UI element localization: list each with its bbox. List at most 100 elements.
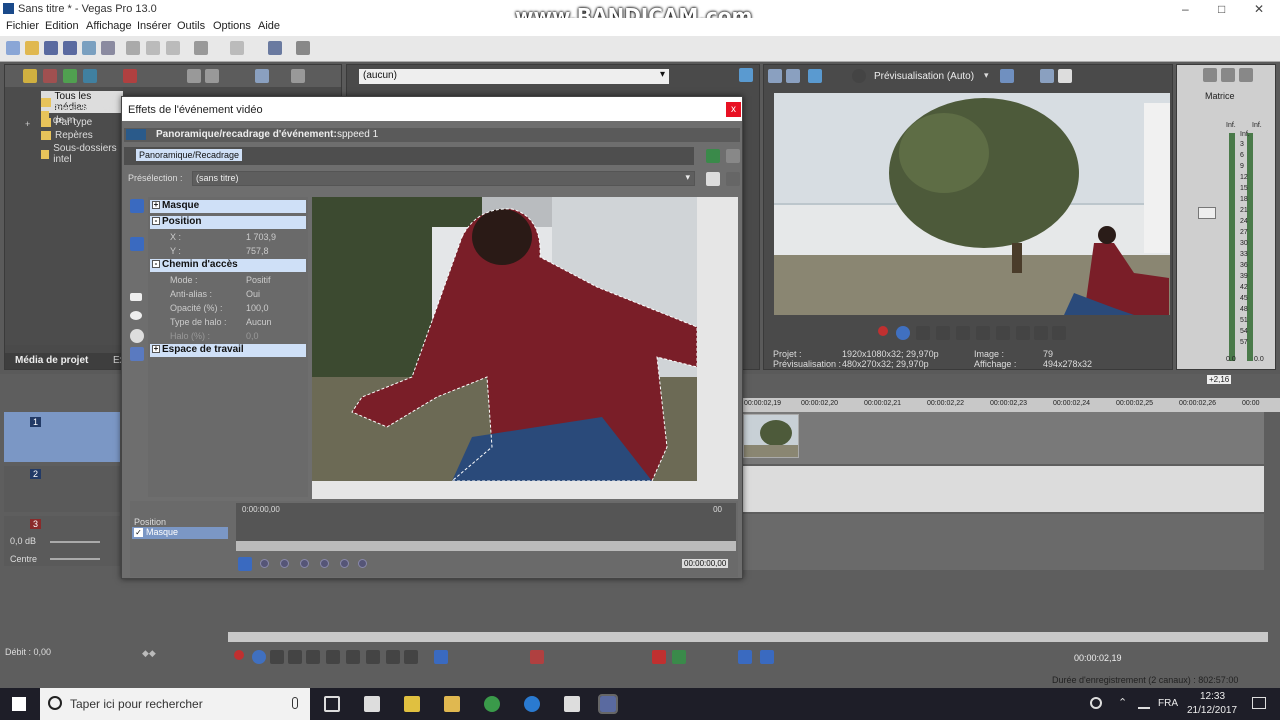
section-espace[interactable]: + Espace de travail	[150, 344, 306, 357]
stop-icon[interactable]	[326, 650, 340, 664]
network-icon[interactable]	[1138, 697, 1150, 709]
media-app-icon[interactable]	[404, 696, 420, 712]
fx-preview-icon[interactable]	[808, 69, 822, 83]
checkbox[interactable]: ✓	[134, 528, 143, 537]
stop-media-icon[interactable]	[205, 69, 219, 83]
edge-icon[interactable]	[524, 696, 540, 712]
last-keyframe-icon[interactable]	[320, 559, 329, 568]
cut-icon[interactable]	[126, 41, 140, 55]
expand-icon[interactable]: +	[25, 119, 30, 129]
fx-preset-dropdown[interactable]: (aucun) ▾	[359, 69, 669, 84]
copy-snapshot-icon[interactable]	[1040, 69, 1054, 83]
save-snapshot-icon[interactable]	[1058, 69, 1072, 83]
people-icon[interactable]	[1090, 697, 1102, 709]
next-frame-icon[interactable]	[1052, 326, 1066, 340]
mixer-props-icon[interactable]	[1203, 68, 1217, 82]
delete-preset-icon[interactable]	[726, 172, 740, 186]
redo-icon[interactable]	[230, 41, 244, 55]
track-header-2[interactable]	[4, 466, 120, 512]
explorer-icon[interactable]	[444, 696, 460, 712]
save-preset-icon[interactable]	[706, 172, 720, 186]
split-icon[interactable]	[852, 69, 866, 83]
undo-icon[interactable]	[194, 41, 208, 55]
tray-chevron-icon[interactable]: ⌃	[1118, 696, 1127, 709]
delete-keyframe-icon[interactable]	[358, 559, 367, 568]
kf-scrollbar[interactable]	[236, 541, 736, 551]
kf-track-position[interactable]: Position	[134, 517, 166, 527]
tab-project-media[interactable]: Média de projet	[15, 355, 88, 366]
stop-icon[interactable]	[976, 326, 990, 340]
next-frame-icon[interactable]	[404, 650, 418, 664]
clock-time[interactable]: 12:33	[1200, 691, 1225, 702]
new-icon[interactable]	[6, 41, 20, 55]
refresh-icon[interactable]	[83, 69, 97, 83]
next-marker-icon[interactable]	[1016, 326, 1030, 340]
preview-props-icon[interactable]	[768, 69, 782, 83]
open-icon[interactable]	[25, 41, 39, 55]
loop-icon[interactable]	[896, 326, 910, 340]
task-view-icon[interactable]	[324, 696, 340, 712]
search-media-icon[interactable]	[291, 69, 305, 83]
menu-affichage[interactable]: Affichage	[86, 20, 132, 32]
preset-dropdown[interactable]: (sans titre) ▾	[192, 171, 695, 186]
prop-mode[interactable]: Mode : Positif	[170, 275, 326, 288]
kf-timeline[interactable]: 0:00:00,00 00	[236, 503, 736, 541]
pen-icon[interactable]	[130, 237, 144, 251]
menu-edition[interactable]: Edition	[45, 20, 79, 32]
render-icon[interactable]	[82, 41, 96, 55]
first-keyframe-icon[interactable]	[260, 559, 269, 568]
edit-tool-icon[interactable]	[434, 650, 448, 664]
minimize-button[interactable]: –	[1182, 2, 1189, 16]
prop-y[interactable]: Y :757,8	[170, 246, 326, 259]
windows-start-icon[interactable]	[12, 697, 26, 711]
auto-ripple-icon[interactable]	[760, 650, 774, 664]
preview-mode[interactable]: Prévisualisation (Auto)	[874, 71, 974, 82]
mail-icon[interactable]	[564, 696, 580, 712]
pause-icon[interactable]	[306, 650, 320, 664]
mixer-dim-icon[interactable]	[1239, 68, 1253, 82]
play-from-start-icon[interactable]	[916, 326, 930, 340]
menu-outils[interactable]: Outils	[177, 20, 205, 32]
prop-halo-type[interactable]: Type de halo : Aucun	[170, 317, 326, 330]
lang-indicator[interactable]: FRA	[1158, 698, 1178, 709]
import-media-icon[interactable]	[23, 69, 37, 83]
volume-slider[interactable]	[50, 541, 100, 543]
grid-icon[interactable]	[1000, 69, 1014, 83]
tree-markers[interactable]: Repères	[41, 130, 93, 141]
normal-edit-icon[interactable]	[130, 199, 144, 213]
pause-icon[interactable]	[956, 326, 970, 340]
prop-anti-alias[interactable]: Anti-alias : Oui	[170, 289, 326, 302]
marker-icon[interactable]	[652, 650, 666, 664]
play-icon[interactable]	[936, 326, 950, 340]
zoom-icon[interactable]	[130, 329, 144, 343]
rectangle-mask-icon[interactable]	[130, 293, 142, 301]
clock-date[interactable]: 21/12/2017	[1187, 705, 1237, 716]
tree-smart-folders[interactable]: Sous-dossiers intel	[41, 143, 123, 165]
delete-icon[interactable]	[123, 69, 137, 83]
menu-fichier[interactable]: Fichier	[6, 20, 39, 32]
mask-canvas[interactable]	[312, 197, 738, 499]
pan-slider[interactable]	[50, 558, 100, 560]
timeline-hscrollbar[interactable]	[228, 632, 1268, 642]
paste-icon[interactable]	[166, 41, 180, 55]
record-icon[interactable]	[234, 650, 244, 660]
properties-icon[interactable]	[101, 41, 115, 55]
dialog-close-button[interactable]: x	[726, 102, 741, 117]
section-position[interactable]: - Position	[150, 216, 306, 229]
loop-icon[interactable]	[252, 650, 266, 664]
capture-icon[interactable]	[43, 69, 57, 83]
play-icon[interactable]	[288, 650, 302, 664]
play-media-icon[interactable]	[187, 69, 201, 83]
ellipse-mask-icon[interactable]	[130, 311, 142, 320]
maximize-button[interactable]: □	[1218, 2, 1225, 16]
web-icon[interactable]	[63, 69, 77, 83]
store-icon[interactable]	[364, 696, 380, 712]
next-keyframe-icon[interactable]	[300, 559, 309, 568]
section-chemin[interactable]: - Chemin d'accès	[150, 259, 306, 272]
prev-keyframe-icon[interactable]	[280, 559, 289, 568]
taskbar-search[interactable]: Taper ici pour rechercher	[40, 688, 310, 720]
save-as-icon[interactable]	[63, 41, 77, 55]
fx-icon[interactable]	[739, 68, 753, 82]
snap-icon[interactable]	[738, 650, 752, 664]
section-masque[interactable]: + Masque	[150, 200, 306, 213]
